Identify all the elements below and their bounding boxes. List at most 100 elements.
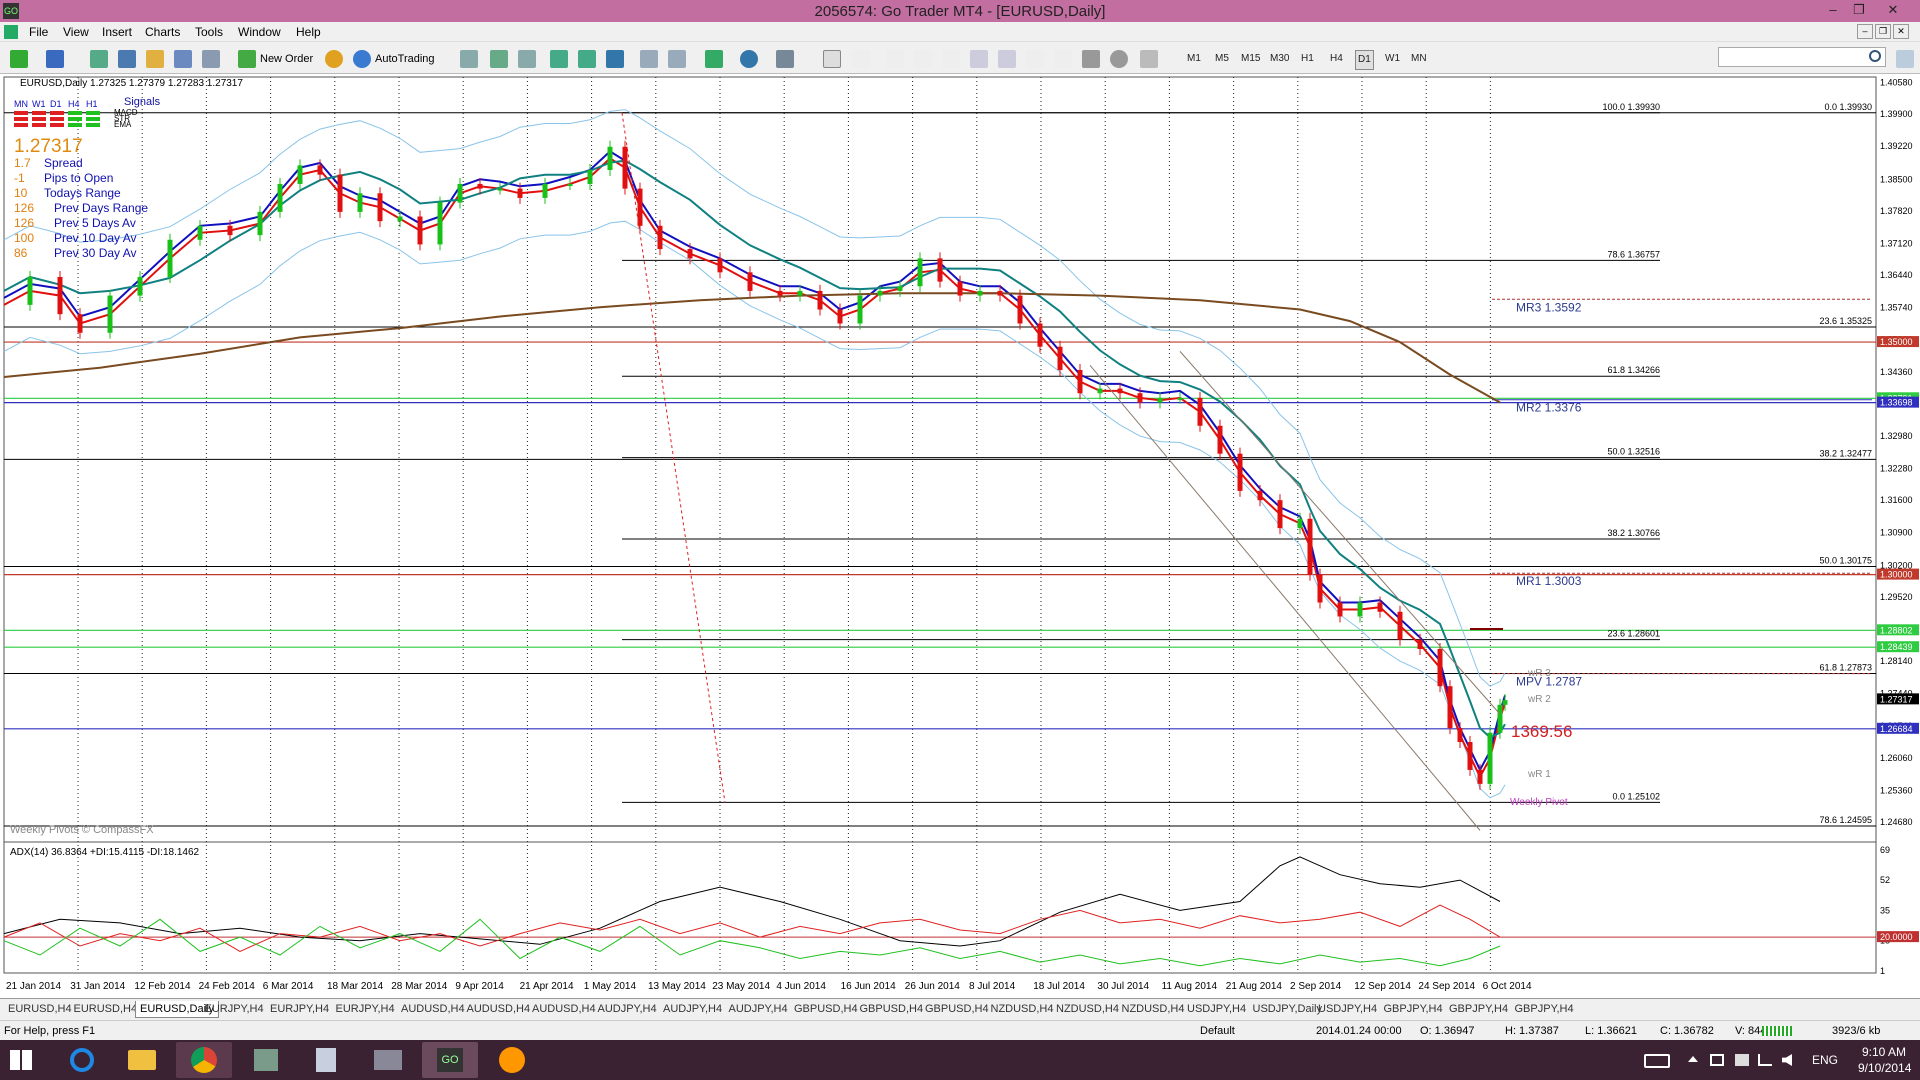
profiles-icon[interactable] — [46, 50, 64, 68]
clock-date[interactable]: 9/10/2014 — [1858, 1061, 1911, 1075]
menu-help[interactable]: Help — [296, 25, 321, 39]
timeframe-d1[interactable]: D1 — [1355, 50, 1374, 70]
tray-expand-icon[interactable] — [1688, 1056, 1698, 1062]
menu-file[interactable]: File — [29, 25, 48, 39]
fibonacci-icon[interactable] — [998, 50, 1016, 68]
timeframe-m30[interactable]: M30 — [1270, 50, 1289, 68]
timeframe-h4[interactable]: H4 — [1330, 50, 1343, 68]
templates-icon[interactable] — [776, 50, 794, 68]
chart-tab[interactable]: AUDUSD,H4 — [397, 1001, 469, 1018]
chart-tab[interactable]: AUDJPY,H4 — [725, 1001, 792, 1018]
candlestick-icon[interactable] — [490, 50, 508, 68]
timeframe-w1[interactable]: W1 — [1385, 50, 1400, 68]
mdi-close-button[interactable]: ✕ — [1893, 24, 1909, 39]
new-order-icon[interactable] — [238, 50, 256, 68]
timeframe-mn[interactable]: MN — [1411, 50, 1427, 68]
chart-tab[interactable]: GBPUSD,H4 — [856, 1001, 928, 1018]
chart-shift-icon[interactable] — [640, 50, 658, 68]
equidistant-channel-icon[interactable] — [970, 50, 988, 68]
calculator-taskbar-button[interactable] — [298, 1042, 354, 1078]
restore-button[interactable]: ❐ — [1846, 0, 1872, 20]
windows-start-icon[interactable] — [10, 1050, 32, 1070]
timeframe-m1[interactable]: M1 — [1187, 50, 1201, 68]
mt4-taskbar-button[interactable]: GO — [422, 1042, 478, 1078]
close-button[interactable]: ✕ — [1880, 0, 1906, 20]
minimize-button[interactable]: – — [1820, 0, 1846, 20]
mdi-minimize-button[interactable]: – — [1857, 24, 1873, 39]
cursor-icon[interactable] — [823, 50, 841, 68]
search-icon[interactable] — [1869, 50, 1881, 62]
ellipse-icon[interactable] — [1110, 50, 1128, 68]
vertical-line-icon[interactable] — [886, 50, 904, 68]
status-profile[interactable]: Default — [1200, 1025, 1235, 1037]
chart-tab[interactable]: USDJPY,H4 — [1314, 1001, 1381, 1018]
chart-tab[interactable]: NZDUSD,H4 — [1118, 1001, 1189, 1018]
chart-tab[interactable]: GBPJPY,H4 — [1511, 1001, 1578, 1018]
connection-icon[interactable] — [1762, 1026, 1792, 1036]
explorer-taskbar-button[interactable] — [114, 1042, 170, 1078]
chart-tab[interactable]: AUDUSD,H4 — [528, 1001, 600, 1018]
volume-icon[interactable] — [1782, 1054, 1792, 1066]
zoom-out-icon[interactable] — [578, 50, 596, 68]
timeframe-m5[interactable]: M5 — [1215, 50, 1229, 68]
tile-windows-icon[interactable] — [606, 50, 624, 68]
chart-tab[interactable]: EURJPY,H4 — [201, 1001, 268, 1018]
crosshair-icon[interactable] — [852, 50, 870, 68]
chart-tab[interactable]: EURUSD,H4 — [70, 1001, 142, 1018]
menu-window[interactable]: Window — [238, 25, 281, 39]
search-input[interactable] — [1718, 47, 1886, 67]
chart-tab[interactable]: EURJPY,H4 — [332, 1001, 399, 1018]
horizontal-line-icon[interactable] — [914, 50, 932, 68]
menu-charts[interactable]: Charts — [145, 25, 180, 39]
market-watch-icon[interactable] — [90, 50, 108, 68]
app-taskbar-button-1[interactable] — [238, 1042, 294, 1078]
autotrading-icon[interactable] — [353, 50, 371, 68]
clock-time[interactable]: 9:10 AM — [1862, 1045, 1906, 1059]
terminal-icon[interactable] — [174, 50, 192, 68]
chart-area[interactable]: 100.0 1.39930 78.6 1.36757 61.8 1.34266 50.… — [0, 76, 1920, 998]
action-center-icon[interactable] — [1710, 1054, 1724, 1066]
chart-canvas[interactable]: 100.0 1.3993078.6 1.3675761.8 1.3426650.… — [0, 76, 1920, 998]
text-label-icon[interactable] — [1054, 50, 1072, 68]
chart-tab[interactable]: EURJPY,H4 — [266, 1001, 333, 1018]
strategy-tester-icon[interactable] — [202, 50, 220, 68]
menu-insert[interactable]: Insert — [102, 25, 132, 39]
text-icon[interactable] — [1026, 50, 1044, 68]
trendline-icon[interactable] — [942, 50, 960, 68]
indicators-icon[interactable] — [705, 50, 723, 68]
arrows-icon[interactable] — [1140, 50, 1158, 68]
timeframe-m15[interactable]: M15 — [1241, 50, 1260, 68]
timeframe-h1[interactable]: H1 — [1301, 50, 1314, 68]
data-window-icon[interactable] — [118, 50, 136, 68]
chart-tab[interactable]: AUDJPY,H4 — [594, 1001, 661, 1018]
battery-icon[interactable] — [1735, 1054, 1749, 1066]
menu-tools[interactable]: Tools — [195, 25, 223, 39]
community-icon[interactable] — [1896, 50, 1914, 68]
chrome-taskbar-button[interactable] — [176, 1042, 232, 1078]
orange-app-taskbar-button[interactable] — [484, 1042, 540, 1078]
chart-tab[interactable]: GBPUSD,H4 — [790, 1001, 862, 1018]
autoscroll-icon[interactable] — [668, 50, 686, 68]
chart-tab[interactable]: USDJPY,H4 — [1183, 1001, 1250, 1018]
periods-icon[interactable] — [740, 50, 758, 68]
metaeditor-icon[interactable] — [325, 50, 343, 68]
chart-tab[interactable]: GBPJPY,H4 — [1445, 1001, 1512, 1018]
chart-tab[interactable]: GBPJPY,H4 — [1380, 1001, 1447, 1018]
zoom-in-icon[interactable] — [550, 50, 568, 68]
chart-tab[interactable]: EURUSD,H4 — [4, 1001, 76, 1018]
new-chart-icon[interactable] — [10, 50, 28, 68]
chart-tab[interactable]: AUDJPY,H4 — [659, 1001, 726, 1018]
new-order-button[interactable]: New Order — [260, 50, 313, 68]
chart-tab[interactable]: AUDUSD,H4 — [463, 1001, 535, 1018]
line-chart-icon[interactable] — [518, 50, 536, 68]
menu-view[interactable]: View — [63, 25, 89, 39]
keyboard-icon[interactable] — [1644, 1054, 1670, 1068]
language-indicator[interactable]: ENG — [1812, 1053, 1838, 1067]
mdi-restore-button[interactable]: ❐ — [1875, 24, 1891, 39]
ie-taskbar-button[interactable] — [54, 1042, 110, 1078]
navigator-icon[interactable] — [146, 50, 164, 68]
network-icon[interactable] — [1758, 1054, 1772, 1066]
chart-tab[interactable]: GBPUSD,H4 — [921, 1001, 993, 1018]
chart-tab[interactable]: NZDUSD,H4 — [1052, 1001, 1123, 1018]
chart-window-icon[interactable] — [4, 25, 18, 39]
